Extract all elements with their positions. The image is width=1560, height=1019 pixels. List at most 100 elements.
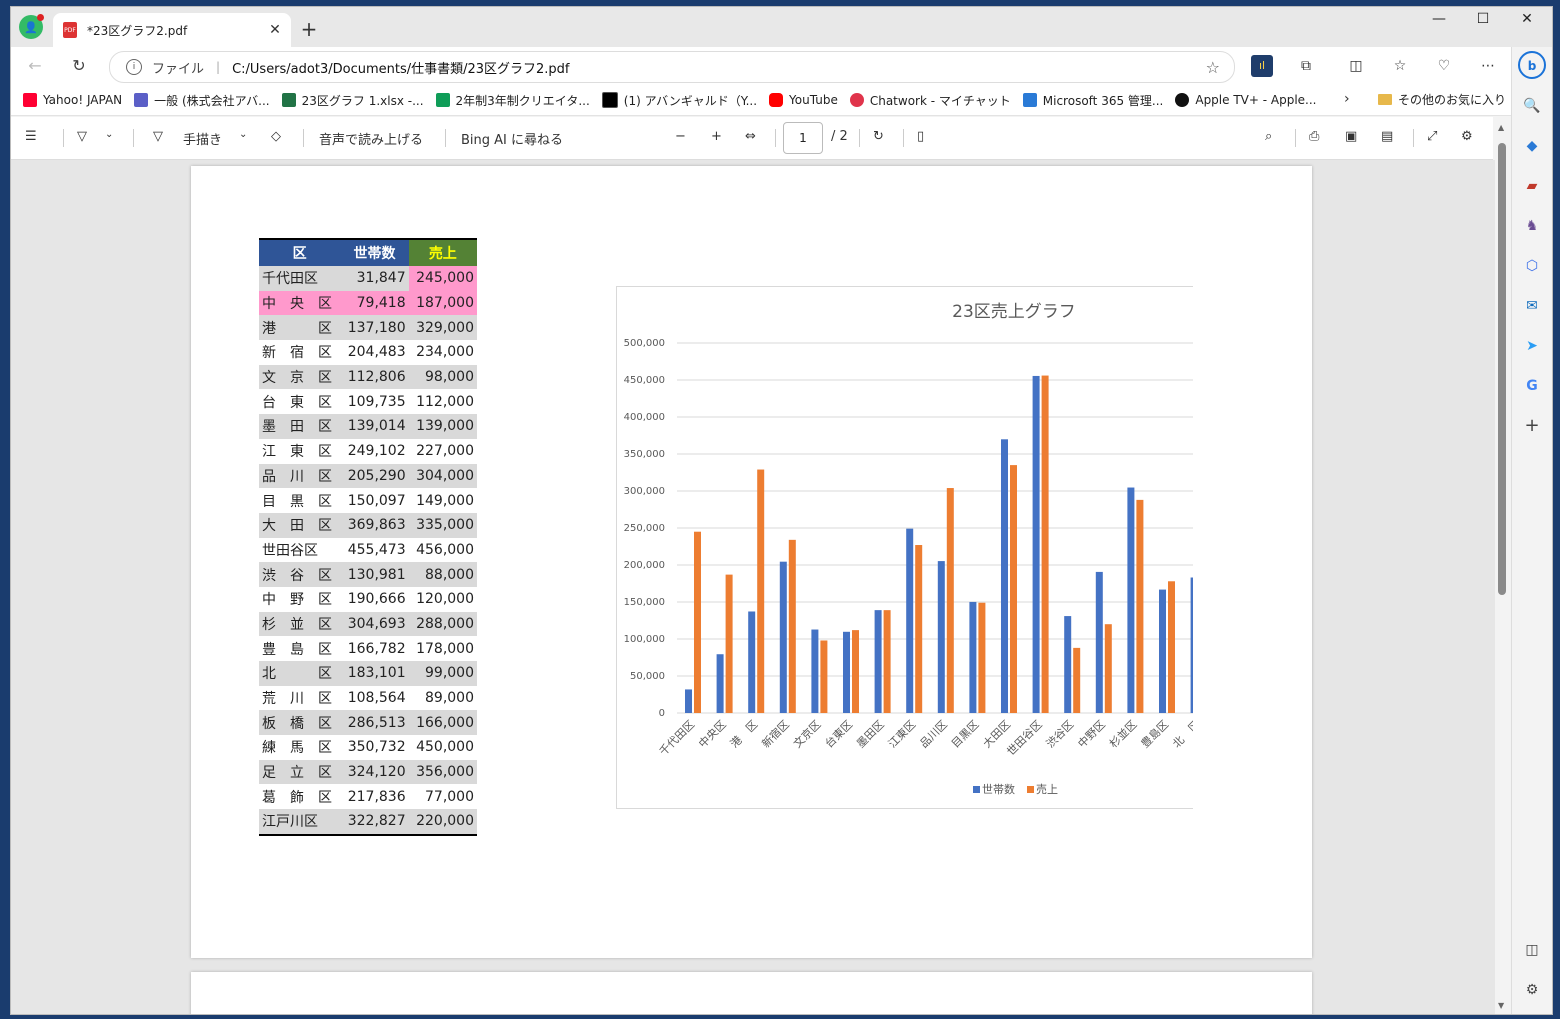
bookmark-item[interactable]: Chatwork - マイチャット: [849, 92, 1011, 109]
draw-pen-icon[interactable]: ▽: [153, 129, 163, 144]
sales-cell: 356,000: [408, 759, 477, 785]
vertical-scrollbar[interactable]: ▲ ▼: [1495, 123, 1509, 1014]
tab-pdf[interactable]: PDF *23区グラフ2.pdf ✕: [53, 13, 291, 47]
close-tab-icon[interactable]: ✕: [265, 22, 285, 38]
settings-gear-icon[interactable]: ⚙: [1461, 129, 1473, 144]
scrollbar-thumb[interactable]: [1498, 143, 1506, 595]
bookmark-item[interactable]: YouTube: [769, 93, 838, 107]
x-tick-label: 中野区: [1075, 718, 1108, 751]
games-icon[interactable]: ♞: [1521, 215, 1543, 237]
more-menu-icon[interactable]: ⋯: [1477, 55, 1499, 77]
bookmark-item[interactable]: Apple TV+ - Apple...: [1175, 93, 1317, 107]
sidebar-settings-icon[interactable]: ⚙: [1521, 979, 1543, 1001]
ward-cell: 港 区: [259, 315, 341, 341]
scroll-up-icon[interactable]: ▲: [1498, 123, 1504, 132]
bookmark-item[interactable]: 一般 (株式会社アバ...: [134, 92, 270, 109]
ward-cell: 江戸川区: [259, 809, 341, 836]
shopping-tag-icon[interactable]: ◆: [1521, 135, 1543, 157]
favorites-icon[interactable]: ☆: [1389, 55, 1411, 77]
browser-essentials-icon[interactable]: ♡: [1433, 55, 1455, 77]
search-icon[interactable]: ⌕: [1265, 129, 1272, 144]
x-tick-label: 文京区: [790, 717, 823, 750]
bar-sales: [883, 610, 891, 713]
y-tick-label: 400,000: [624, 412, 665, 423]
bing-ask-button[interactable]: Bing AI に尋ねる: [461, 129, 563, 148]
households-cell: 112,806: [340, 364, 409, 390]
save-icon[interactable]: ▣: [1345, 129, 1357, 144]
save-as-icon[interactable]: ▤: [1381, 129, 1393, 144]
read-aloud-button[interactable]: 音声で読み上げる: [319, 129, 423, 148]
bar-households: [1190, 577, 1193, 713]
address-bar[interactable]: i ファイル | C:/Users/adot3/Documents/仕事書類/2…: [109, 51, 1235, 83]
page-number-input[interactable]: 1: [783, 122, 823, 154]
bookmark-item[interactable]: Yahoo! JAPAN: [23, 93, 122, 107]
pdf-page-2: [191, 972, 1312, 1014]
refresh-icon[interactable]: ↻: [67, 54, 91, 78]
close-window-icon[interactable]: ✕: [1507, 11, 1547, 27]
fit-width-icon[interactable]: ⇔: [745, 129, 756, 144]
bookmark-item[interactable]: (1) アバンギャルド（Y...: [601, 92, 757, 109]
browser-window: 👤 PDF *23区グラフ2.pdf ✕ + — ☐ ✕ ← ↻ i ファイル …: [10, 6, 1553, 1015]
bookmark-item[interactable]: Microsoft 365 管理...: [1022, 92, 1163, 109]
column-header-households: 世帯数: [340, 238, 409, 266]
new-tab-icon[interactable]: +: [299, 17, 319, 41]
extension-chart-icon[interactable]: ıl: [1251, 55, 1273, 77]
other-favorites-folder[interactable]: その他のお気に入り: [1378, 91, 1506, 108]
info-icon[interactable]: i: [126, 59, 142, 75]
draw-label[interactable]: 手描き: [183, 129, 222, 148]
ward-cell: 大 田 区: [259, 512, 341, 538]
fullscreen-icon[interactable]: ⤢: [1427, 129, 1437, 144]
y-tick-label: 250,000: [624, 523, 665, 534]
back-arrow-icon[interactable]: ←: [23, 54, 47, 78]
bar-sales: [1136, 499, 1144, 713]
x-tick-label: 豊島区: [1138, 717, 1171, 750]
microsoft365-icon[interactable]: ⬡: [1521, 255, 1543, 277]
tools-icon[interactable]: ▰: [1521, 175, 1543, 197]
bing-copilot-icon[interactable]: b: [1518, 51, 1546, 79]
maximize-icon[interactable]: ☐: [1463, 11, 1503, 27]
eraser-icon[interactable]: ◇: [271, 129, 281, 144]
bar-sales: [852, 630, 859, 713]
tab-strip: 👤 PDF *23区グラフ2.pdf ✕ + — ☐ ✕: [11, 7, 1552, 47]
table-row: 品 川 区 205,290 304,000: [259, 463, 477, 489]
y-tick-label: 50,000: [630, 671, 665, 682]
url-text[interactable]: C:/Users/adot3/Documents/仕事書類/23区グラフ2.pd…: [232, 58, 1206, 77]
chevron-down-icon[interactable]: ⌄: [239, 129, 247, 140]
highlight-icon[interactable]: ▽: [77, 129, 87, 144]
print-icon[interactable]: ⎙: [1309, 129, 1319, 144]
rotate-icon[interactable]: ↻: [873, 129, 884, 144]
chevron-right-icon[interactable]: ›: [1344, 91, 1350, 107]
table-row: 杉 並 区 304,693 288,000: [259, 611, 477, 637]
legend-label-households: 世帯数: [982, 783, 1015, 796]
favorite-star-icon[interactable]: ☆: [1206, 58, 1220, 77]
search-icon[interactable]: 🔍: [1521, 95, 1543, 117]
divider: [445, 129, 446, 147]
microsoft-admin-icon: [1022, 93, 1037, 107]
bookmark-item[interactable]: 23区グラフ 1.xlsx -...: [281, 92, 424, 109]
bookmark-label: Yahoo! JAPAN: [43, 93, 123, 107]
add-icon[interactable]: +: [1521, 415, 1543, 437]
bar-households: [937, 561, 945, 713]
zoom-in-icon[interactable]: +: [711, 129, 722, 144]
sales-cell: 99,000: [408, 661, 477, 686]
pdf-viewer[interactable]: 区 世帯数 売上 千代田区 31,847 245,000 中 央 区 79,418 187…: [11, 160, 1495, 1014]
bar-households: [748, 611, 756, 713]
page-view-icon[interactable]: ▯: [917, 129, 924, 144]
table-row: 北 区 183,101 99,000: [259, 661, 477, 686]
outlook-icon[interactable]: ✉: [1521, 295, 1543, 317]
send-icon[interactable]: ➤: [1521, 335, 1543, 357]
minimize-icon[interactable]: —: [1419, 11, 1459, 27]
ward-cell: 台 東 区: [262, 394, 332, 411]
bar-households: [874, 610, 882, 713]
bookmark-item[interactable]: 2年制3年制クリエイタ...: [435, 92, 590, 109]
extensions-puzzle-icon[interactable]: ⧉: [1295, 55, 1317, 77]
profile-avatar-icon[interactable]: 👤: [19, 14, 44, 39]
split-screen-icon[interactable]: ◫: [1345, 55, 1367, 77]
bar-households: [906, 528, 914, 713]
contents-list-icon[interactable]: ☰: [25, 129, 37, 144]
zoom-out-icon[interactable]: −: [675, 129, 686, 144]
google-icon[interactable]: G: [1521, 375, 1543, 397]
scroll-down-icon[interactable]: ▼: [1498, 1001, 1504, 1010]
chevron-down-icon[interactable]: ⌄: [105, 129, 113, 140]
sidebar-toggle-icon[interactable]: ◫: [1521, 939, 1543, 961]
